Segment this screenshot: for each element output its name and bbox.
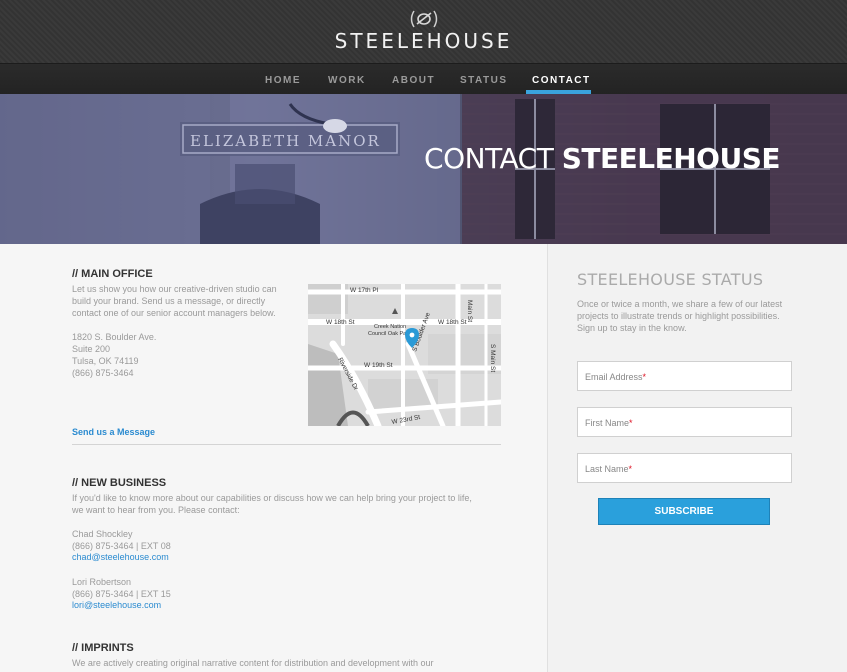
office-map[interactable]: W 17th Pl W 18th St W 18th St Creek Nati… [308,284,501,426]
page-title-bold: STEELEHOUSE [561,142,781,175]
required-mark: * [642,372,647,382]
email-field[interactable]: Email Address* [577,361,792,391]
status-description-line: Once or twice a month, we share a few of… [577,299,783,309]
contact-email-link[interactable]: lori@steelehouse.com [72,600,161,610]
nav-home[interactable]: HOME [265,75,301,86]
main-office-intro-line: Let us show you how our creative-driven … [72,284,277,294]
status-description-line: projects to illustrate trends or highlig… [577,311,780,321]
contact-phone: (866) 875-3464 | EXT 08 [72,541,171,551]
contact-phone: (866) 875-3464 | EXT 15 [72,589,171,599]
last-name-field[interactable]: Last Name* [577,453,792,483]
address-line: Tulsa, OK 74119 [72,356,139,366]
page-title: CONTACT STEELEHOUSE [424,142,780,175]
section-divider [72,444,501,445]
svg-text:Council Oak Park: Council Oak Park [368,331,411,337]
main-office-intro-line: contact one of our senior account manage… [72,308,276,318]
svg-text:W 18th St: W 18th St [438,319,467,326]
address-line: Suite 200 [72,344,111,354]
required-mark: * [629,418,633,428]
logo[interactable]: STEELEHOUSE [0,8,847,52]
main-office-heading: // MAIN OFFICE [72,268,153,280]
first-name-placeholder: First Name [585,418,630,428]
nav-about[interactable]: ABOUT [392,75,435,86]
main-nav: HOME WORK ABOUT STATUS CONTACT [0,64,847,94]
svg-text:W 18th St: W 18th St [326,319,355,326]
status-description-line: Sign up to stay in the know. [577,323,687,333]
new-business-intro-line: we want to hear from you. Please contact… [72,505,240,515]
logo-text: STEELEHOUSE [334,29,513,53]
contact-name: Chad Shockley [72,529,133,539]
nav-work[interactable]: WORK [328,75,366,86]
status-description: Once or twice a month, we share a few of… [577,298,799,334]
send-message-link[interactable]: Send us a Message [72,427,155,437]
new-business-heading: // NEW BUSINESS [72,477,167,489]
address-phone: (866) 875-3464 [72,368,134,378]
last-name-placeholder: Last Name [585,464,629,474]
subscribe-button[interactable]: SUBSCRIBE [598,498,770,525]
page-title-light: CONTACT [424,142,554,175]
svg-text:W 17th Pl: W 17th Pl [350,287,379,294]
new-business-intro-line: If you'd like to know more about our cap… [72,493,472,503]
imprints-intro: We are actively creating original narrat… [72,658,434,668]
contact-name: Lori Robertson [72,577,132,587]
svg-text:Creek Nation: Creek Nation [374,324,406,330]
hero-banner: ELIZABETH MANOR CONTACT STEELEHOUSE [0,94,847,244]
nav-contact[interactable]: CONTACT [532,75,591,86]
address-line: 1820 S. Boulder Ave. [72,332,157,342]
first-name-field[interactable]: First Name* [577,407,792,437]
hero-sign-text: ELIZABETH MANOR [190,132,381,150]
status-title: STEELEHOUSE STATUS [577,270,764,289]
email-field-placeholder: Email Address [585,372,643,382]
nav-status[interactable]: STATUS [460,75,508,86]
svg-text:Main St: Main St [466,300,473,322]
contact-email-link[interactable]: chad@steelehouse.com [72,552,169,562]
imprints-heading: // IMPRINTS [72,642,134,654]
svg-text:S Main St: S Main St [489,344,496,372]
main-office-intro-line: build your brand. Send us a message, or … [72,296,266,306]
svg-text:W 19th St: W 19th St [364,362,393,369]
required-mark: * [628,464,633,474]
logo-mark-icon [410,10,437,28]
